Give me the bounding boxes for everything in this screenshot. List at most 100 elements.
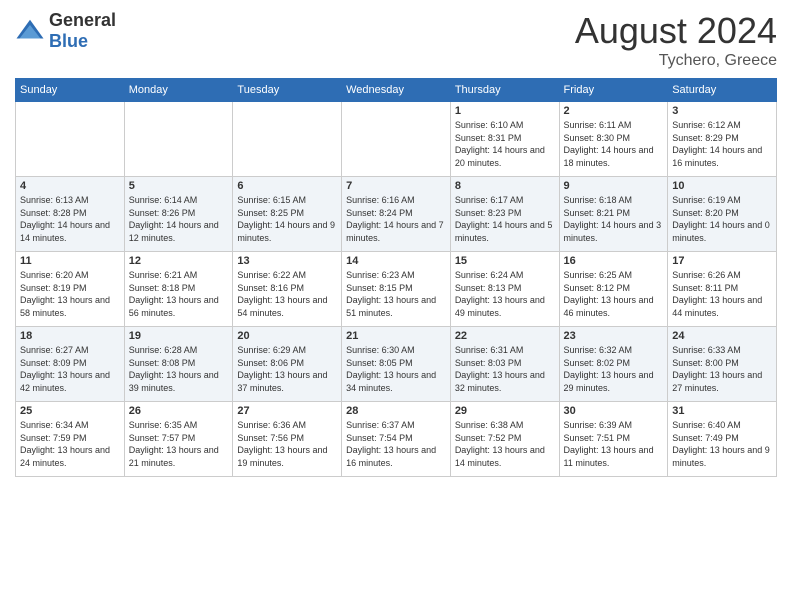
sunset-info: Sunset: 8:16 PM bbox=[237, 282, 337, 295]
day-number: 6 bbox=[237, 180, 337, 192]
daylight-info: Daylight: 13 hours and 19 minutes. bbox=[237, 444, 337, 469]
day-cell-2-3: 14Sunrise: 6:23 AMSunset: 8:15 PMDayligh… bbox=[342, 252, 451, 327]
day-cell-4-0: 25Sunrise: 6:34 AMSunset: 7:59 PMDayligh… bbox=[16, 402, 125, 477]
day-number: 19 bbox=[129, 330, 229, 342]
day-cell-3-5: 23Sunrise: 6:32 AMSunset: 8:02 PMDayligh… bbox=[559, 327, 668, 402]
day-cell-3-3: 21Sunrise: 6:30 AMSunset: 8:05 PMDayligh… bbox=[342, 327, 451, 402]
daylight-info: Daylight: 13 hours and 16 minutes. bbox=[346, 444, 446, 469]
week-row-3: 18Sunrise: 6:27 AMSunset: 8:09 PMDayligh… bbox=[16, 327, 777, 402]
day-number: 20 bbox=[237, 330, 337, 342]
day-number: 3 bbox=[672, 105, 772, 117]
day-cell-4-1: 26Sunrise: 6:35 AMSunset: 7:57 PMDayligh… bbox=[124, 402, 233, 477]
sunrise-info: Sunrise: 6:14 AM bbox=[129, 194, 229, 207]
sunrise-info: Sunrise: 6:13 AM bbox=[20, 194, 120, 207]
day-number: 13 bbox=[237, 255, 337, 267]
day-number: 26 bbox=[129, 405, 229, 417]
sunrise-info: Sunrise: 6:15 AM bbox=[237, 194, 337, 207]
day-number: 18 bbox=[20, 330, 120, 342]
sunrise-info: Sunrise: 6:11 AM bbox=[564, 119, 664, 132]
sunset-info: Sunset: 8:03 PM bbox=[455, 357, 555, 370]
day-cell-0-3 bbox=[342, 102, 451, 177]
daylight-info: Daylight: 13 hours and 58 minutes. bbox=[20, 294, 120, 319]
day-number: 7 bbox=[346, 180, 446, 192]
logo-text: General Blue bbox=[49, 10, 116, 52]
sunrise-info: Sunrise: 6:39 AM bbox=[564, 419, 664, 432]
daylight-info: Daylight: 14 hours and 0 minutes. bbox=[672, 219, 772, 244]
day-number: 24 bbox=[672, 330, 772, 342]
day-cell-1-1: 5Sunrise: 6:14 AMSunset: 8:26 PMDaylight… bbox=[124, 177, 233, 252]
sunset-info: Sunset: 8:05 PM bbox=[346, 357, 446, 370]
sunrise-info: Sunrise: 6:18 AM bbox=[564, 194, 664, 207]
day-number: 4 bbox=[20, 180, 120, 192]
day-cell-4-4: 29Sunrise: 6:38 AMSunset: 7:52 PMDayligh… bbox=[450, 402, 559, 477]
day-cell-4-2: 27Sunrise: 6:36 AMSunset: 7:56 PMDayligh… bbox=[233, 402, 342, 477]
day-cell-3-4: 22Sunrise: 6:31 AMSunset: 8:03 PMDayligh… bbox=[450, 327, 559, 402]
sunset-info: Sunset: 8:12 PM bbox=[564, 282, 664, 295]
daylight-info: Daylight: 13 hours and 49 minutes. bbox=[455, 294, 555, 319]
day-number: 28 bbox=[346, 405, 446, 417]
day-number: 11 bbox=[20, 255, 120, 267]
logo-blue: Blue bbox=[49, 31, 88, 51]
day-number: 27 bbox=[237, 405, 337, 417]
week-row-4: 25Sunrise: 6:34 AMSunset: 7:59 PMDayligh… bbox=[16, 402, 777, 477]
daylight-info: Daylight: 13 hours and 34 minutes. bbox=[346, 369, 446, 394]
daylight-info: Daylight: 14 hours and 20 minutes. bbox=[455, 144, 555, 169]
day-number: 25 bbox=[20, 405, 120, 417]
daylight-info: Daylight: 13 hours and 32 minutes. bbox=[455, 369, 555, 394]
sunset-info: Sunset: 8:11 PM bbox=[672, 282, 772, 295]
sunset-info: Sunset: 8:28 PM bbox=[20, 207, 120, 220]
daylight-info: Daylight: 13 hours and 11 minutes. bbox=[564, 444, 664, 469]
sunrise-info: Sunrise: 6:12 AM bbox=[672, 119, 772, 132]
header-tuesday: Tuesday bbox=[233, 79, 342, 102]
week-row-1: 4 Sunrise: 6:13 AMSunset: 8:28 PM Daylight… bbox=[16, 177, 777, 252]
day-number: 30 bbox=[564, 405, 664, 417]
daylight-info: Daylight: 14 hours and 5 minutes. bbox=[455, 219, 555, 244]
calendar: Sunday Monday Tuesday Wednesday Thursday… bbox=[15, 78, 777, 477]
daylight-info: Daylight: 13 hours and 27 minutes. bbox=[672, 369, 772, 394]
header-thursday: Thursday bbox=[450, 79, 559, 102]
sunrise-info: Sunrise: 6:37 AM bbox=[346, 419, 446, 432]
day-cell-1-0: 4Sunrise: 6:13 AMSunset: 8:28 PMDaylight… bbox=[16, 177, 125, 252]
daylight-info: Daylight: 13 hours and 29 minutes. bbox=[564, 369, 664, 394]
daylight-info: Daylight: 14 hours and 9 minutes. bbox=[237, 219, 337, 244]
day-cell-0-5: 2Sunrise: 6:11 AMSunset: 8:30 PMDaylight… bbox=[559, 102, 668, 177]
sunrise-info: Sunrise: 6:31 AM bbox=[455, 344, 555, 357]
sunset-info: Sunset: 8:29 PM bbox=[672, 132, 772, 145]
day-number: 16 bbox=[564, 255, 664, 267]
sunrise-info: Sunrise: 6:35 AM bbox=[129, 419, 229, 432]
sunrise-info: Sunrise: 6:23 AM bbox=[346, 269, 446, 282]
header: General Blue August 2024 Tychero, Greece bbox=[15, 10, 777, 70]
day-cell-4-6: 31Sunrise: 6:40 AMSunset: 7:49 PMDayligh… bbox=[668, 402, 777, 477]
sunset-info: Sunset: 8:02 PM bbox=[564, 357, 664, 370]
sunrise-info: Sunrise: 6:22 AM bbox=[237, 269, 337, 282]
sunset-info: Sunset: 8:19 PM bbox=[20, 282, 120, 295]
day-number: 21 bbox=[346, 330, 446, 342]
day-number: 1 bbox=[455, 105, 555, 117]
sunset-info: Sunset: 8:31 PM bbox=[455, 132, 555, 145]
sunset-info: Sunset: 7:57 PM bbox=[129, 432, 229, 445]
sunset-info: Sunset: 8:09 PM bbox=[20, 357, 120, 370]
day-cell-4-3: 28Sunrise: 6:37 AMSunset: 7:54 PMDayligh… bbox=[342, 402, 451, 477]
daylight-info: Daylight: 13 hours and 24 minutes. bbox=[20, 444, 120, 469]
day-cell-1-5: 9Sunrise: 6:18 AMSunset: 8:21 PMDaylight… bbox=[559, 177, 668, 252]
sunset-info: Sunset: 7:49 PM bbox=[672, 432, 772, 445]
sunset-info: Sunset: 8:06 PM bbox=[237, 357, 337, 370]
header-wednesday: Wednesday bbox=[342, 79, 451, 102]
sunset-info: Sunset: 8:25 PM bbox=[237, 207, 337, 220]
day-number: 17 bbox=[672, 255, 772, 267]
day-cell-0-2 bbox=[233, 102, 342, 177]
calendar-body: 1Sunrise: 6:10 AMSunset: 8:31 PMDaylight… bbox=[16, 102, 777, 477]
sunset-info: Sunset: 8:18 PM bbox=[129, 282, 229, 295]
sunrise-info: Sunrise: 6:33 AM bbox=[672, 344, 772, 357]
day-cell-1-4: 8Sunrise: 6:17 AMSunset: 8:23 PMDaylight… bbox=[450, 177, 559, 252]
sunset-info: Sunset: 8:13 PM bbox=[455, 282, 555, 295]
day-cell-2-1: 12Sunrise: 6:21 AMSunset: 8:18 PMDayligh… bbox=[124, 252, 233, 327]
sunset-info: Sunset: 8:21 PM bbox=[564, 207, 664, 220]
day-cell-0-0 bbox=[16, 102, 125, 177]
sunset-info: Sunset: 8:30 PM bbox=[564, 132, 664, 145]
logo: General Blue bbox=[15, 10, 116, 52]
day-cell-2-6: 17Sunrise: 6:26 AMSunset: 8:11 PMDayligh… bbox=[668, 252, 777, 327]
sunrise-info: Sunrise: 6:16 AM bbox=[346, 194, 446, 207]
daylight-info: Daylight: 14 hours and 18 minutes. bbox=[564, 144, 664, 169]
sunrise-info: Sunrise: 6:20 AM bbox=[20, 269, 120, 282]
